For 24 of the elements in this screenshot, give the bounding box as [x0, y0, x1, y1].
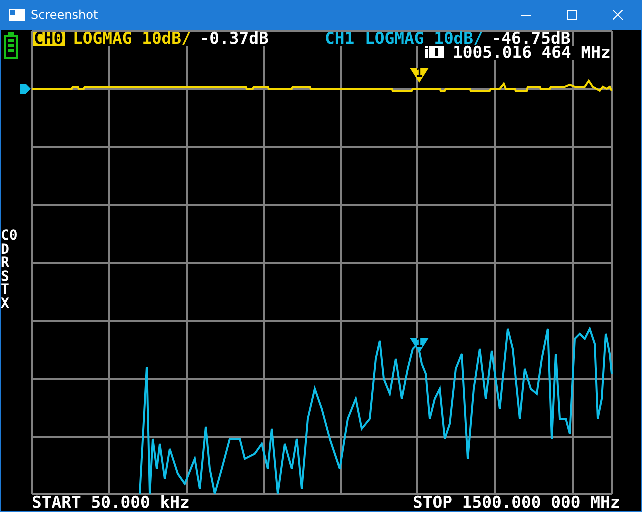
- window-title: Screenshot: [31, 8, 100, 22]
- reference-marker-icon: [20, 84, 31, 94]
- channel-reading: -46.75dB: [492, 32, 571, 46]
- side-label: T: [1, 284, 10, 297]
- stop-frequency: STOP 1500.000 000 MHz: [413, 496, 620, 510]
- app-icon: [9, 9, 25, 21]
- maximize-icon: [567, 10, 577, 20]
- side-label: D: [1, 244, 10, 256]
- start-frequency: START 50.000 kHz: [32, 496, 190, 510]
- side-label: S: [1, 270, 10, 284]
- close-icon: [613, 10, 623, 20]
- side-label: R: [1, 257, 10, 270]
- channel-label: CH0: [33, 32, 65, 46]
- channel-reading: -0.37dB: [200, 32, 269, 46]
- channel-format: LOGMAG 10dB/: [365, 32, 484, 46]
- marker-icon: [425, 46, 444, 58]
- channel-label: CH1: [325, 32, 355, 46]
- channel-format: LOGMAG 10dB/: [73, 32, 192, 46]
- side-label: C0: [1, 230, 18, 243]
- battery-icon: [4, 32, 18, 59]
- marker-flag: 1: [410, 338, 429, 353]
- side-label: X: [1, 298, 10, 310]
- marker-flag: 1: [410, 68, 429, 83]
- marker-frequency: 1005.016 464 MHz: [453, 46, 611, 60]
